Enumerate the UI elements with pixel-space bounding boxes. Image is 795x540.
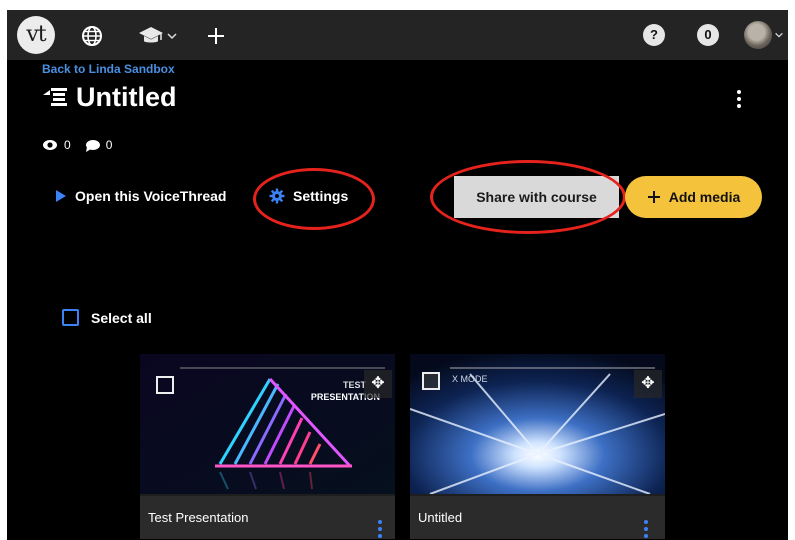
graduation-cap-icon: [139, 27, 163, 43]
user-avatar: [744, 21, 772, 49]
move-handle-icon[interactable]: ✥: [364, 370, 392, 398]
share-highlight-annotation: [430, 160, 626, 234]
card-more-options-icon[interactable]: [378, 520, 382, 538]
views-count: 0: [64, 138, 71, 152]
more-options-icon[interactable]: [737, 90, 741, 108]
voicethread-card[interactable]: X MODE ✥ Untitled: [410, 354, 665, 539]
card-footer: Untitled: [410, 496, 665, 539]
card-checkbox[interactable]: [422, 372, 440, 390]
card-thumbnail[interactable]: X MODE: [410, 354, 665, 494]
user-menu[interactable]: [742, 20, 786, 50]
plus-icon: [647, 191, 660, 203]
stats-row: 0 0: [42, 138, 112, 152]
page-title: Untitled: [42, 82, 177, 113]
open-voicethread-label: Open this VoiceThread: [75, 188, 227, 204]
plus-icon[interactable]: [203, 23, 229, 49]
voicethread-icon: [43, 87, 67, 106]
eye-icon: [43, 140, 57, 150]
neon-triangle-thumbnail: TEST PRESENTATION: [140, 354, 395, 494]
thumb-text-test: TEST: [343, 380, 367, 390]
card-more-options-icon[interactable]: [644, 520, 648, 538]
light-tunnel-thumbnail: X MODE: [410, 354, 665, 494]
help-icon[interactable]: ?: [643, 24, 665, 46]
voicethread-card[interactable]: TEST PRESENTATION ✥ Test Presentation: [140, 354, 395, 539]
card-title: Test Presentation: [148, 510, 249, 525]
card-checkbox[interactable]: [156, 376, 174, 394]
back-link[interactable]: Back to Linda Sandbox: [42, 62, 175, 76]
open-voicethread-button[interactable]: Open this VoiceThread: [55, 188, 226, 204]
card-thumbnail[interactable]: TEST PRESENTATION: [140, 354, 395, 494]
add-media-label: Add media: [668, 189, 741, 205]
move-handle-icon[interactable]: ✥: [634, 370, 662, 398]
thumb-text-mode: X MODE: [452, 374, 488, 384]
add-media-button[interactable]: Add media: [625, 176, 762, 218]
courses-menu[interactable]: [134, 23, 182, 49]
title-text: Untitled: [76, 82, 177, 112]
chevron-down-icon: [167, 33, 177, 40]
select-all[interactable]: Select all: [62, 309, 152, 326]
notifications-badge[interactable]: 0: [697, 24, 719, 46]
play-icon: [56, 190, 66, 202]
app-window: vt ? 0 Back to Linda Sandbox Untitled 0 …: [7, 10, 788, 540]
select-all-label: Select all: [91, 309, 152, 326]
comments-count: 0: [105, 138, 113, 152]
settings-highlight-annotation: [253, 168, 375, 230]
chevron-down-icon: [775, 32, 783, 38]
globe-icon[interactable]: [79, 23, 105, 49]
card-footer: Test Presentation: [140, 496, 395, 539]
card-title: Untitled: [418, 510, 463, 525]
select-all-checkbox[interactable]: [62, 309, 79, 326]
top-nav-bar: vt ? 0: [7, 10, 788, 60]
comment-icon: [85, 139, 100, 152]
voicethread-logo[interactable]: vt: [17, 16, 55, 54]
